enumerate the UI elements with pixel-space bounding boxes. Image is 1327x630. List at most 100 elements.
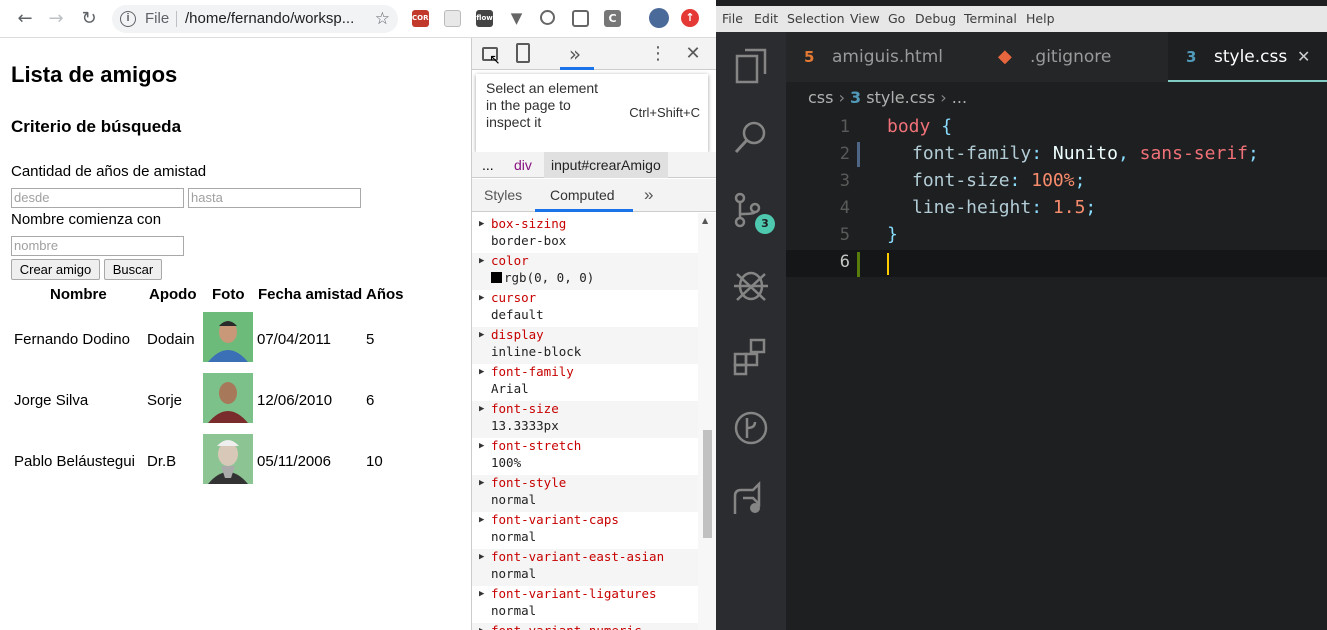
close-icon[interactable]: ✕ xyxy=(682,43,704,65)
bookmark-star-icon[interactable]: ☆ xyxy=(375,5,390,33)
web-page: Lista de amigos Criterio de búsqueda Can… xyxy=(0,38,471,630)
kebab-menu-icon[interactable]: ⋮ xyxy=(647,43,669,65)
gitlens-icon[interactable] xyxy=(731,408,771,448)
chrome-window: ← → ↻ i File /home/fernando/worksp... ☆ … xyxy=(0,0,716,630)
computed-property[interactable]: ▶ font-variant-caps normal xyxy=(472,512,698,549)
extensions-icon[interactable] xyxy=(731,336,771,376)
breadcrumb-ellipsis[interactable]: ... xyxy=(482,152,494,178)
url-scheme: File xyxy=(145,10,170,27)
search-button[interactable]: Buscar xyxy=(104,259,162,280)
menu-item-file[interactable]: File xyxy=(722,6,743,32)
source-control-icon[interactable]: 3 xyxy=(731,190,775,234)
tab-computed[interactable]: Computed xyxy=(550,179,615,211)
breadcrumb-file[interactable]: style.css xyxy=(866,88,935,107)
expand-arrow-icon[interactable]: ▶ xyxy=(479,367,484,377)
property-name: font-family xyxy=(491,364,574,379)
table-extension-icon[interactable] xyxy=(572,10,589,27)
menu-item-view[interactable]: View xyxy=(850,6,880,32)
computed-property[interactable]: ▶ box-sizing border-box xyxy=(472,216,698,253)
computed-property[interactable]: ▶ font-style normal xyxy=(472,475,698,512)
scrollbar-thumb[interactable] xyxy=(703,430,712,538)
code-editor[interactable]: 1 2 3 4 5 6 body { font-family: Nunito, … xyxy=(786,112,1327,630)
expand-arrow-icon[interactable]: ▶ xyxy=(479,552,484,562)
computed-property[interactable]: ▶ font-size 13.3333px xyxy=(472,401,698,438)
computed-property[interactable]: ▶ display inline-block xyxy=(472,327,698,364)
expand-arrow-icon[interactable]: ▶ xyxy=(479,330,484,340)
friend-photo xyxy=(203,434,253,484)
menu-item-debug[interactable]: Debug xyxy=(915,6,956,32)
back-icon[interactable]: ← xyxy=(14,8,36,30)
reload-icon[interactable]: ↻ xyxy=(78,8,100,30)
computed-property[interactable]: ▶ font-variant-numeric xyxy=(472,623,698,630)
tab-style-css[interactable]: 3 style.css ✕ xyxy=(1168,32,1327,82)
computed-property[interactable]: ▶ font-family Arial xyxy=(472,364,698,401)
cube-extension-icon[interactable] xyxy=(540,10,555,25)
avatar[interactable] xyxy=(649,8,669,28)
computed-property[interactable]: ▶ color rgb(0, 0, 0) xyxy=(472,253,698,290)
c-extension-icon[interactable]: C xyxy=(604,10,621,27)
vue-extension-icon[interactable]: ▼ xyxy=(508,10,525,27)
expand-arrow-icon[interactable]: ▶ xyxy=(479,441,484,451)
search-icon[interactable] xyxy=(731,118,771,158)
expand-arrow-icon[interactable]: ▶ xyxy=(479,256,484,266)
expand-arrow-icon[interactable]: ▶ xyxy=(479,219,484,229)
devtools-panel: » ⋮ ✕ ↖ Select an element in the page to… xyxy=(471,38,716,630)
more-panels-icon[interactable]: » xyxy=(564,43,586,65)
current-line-highlight xyxy=(786,250,1327,277)
chevron-right-icon: › xyxy=(940,88,952,107)
tab-styles[interactable]: Styles xyxy=(484,179,522,211)
breadcrumb-input[interactable]: input#crearAmigo xyxy=(544,152,668,178)
friend-years: 10 xyxy=(366,453,383,470)
create-friend-button[interactable]: Crear amigo xyxy=(11,259,100,280)
css3-icon: 3 xyxy=(850,88,862,107)
to-input[interactable]: hasta xyxy=(188,188,361,208)
more-tabs-icon[interactable]: » xyxy=(644,179,653,211)
flow-extension-icon[interactable]: flow xyxy=(476,10,493,27)
scrollbar[interactable]: ▲ xyxy=(698,213,716,630)
expand-arrow-icon[interactable]: ▶ xyxy=(479,626,484,630)
explorer-icon[interactable] xyxy=(731,46,771,86)
property-name: font-variant-numeric xyxy=(491,623,642,630)
scm-badge: 3 xyxy=(755,214,775,234)
computed-property[interactable]: ▶ cursor default xyxy=(472,290,698,327)
property-value: Arial xyxy=(491,381,529,396)
computed-property[interactable]: ▶ font-variant-ligatures normal xyxy=(472,586,698,623)
color-swatch[interactable] xyxy=(491,272,502,283)
from-input[interactable]: desde xyxy=(11,188,184,208)
menu-item-terminal[interactable]: Terminal xyxy=(964,6,1017,32)
expand-arrow-icon[interactable]: ▶ xyxy=(479,515,484,525)
breadcrumb-div[interactable]: div xyxy=(514,152,532,178)
live-share-icon[interactable] xyxy=(731,480,771,520)
breadcrumb-more[interactable]: ... xyxy=(952,88,967,107)
expand-arrow-icon[interactable]: ▶ xyxy=(479,589,484,599)
computed-property[interactable]: ▶ font-variant-east-asian normal xyxy=(472,549,698,586)
grid-extension-icon[interactable] xyxy=(444,10,461,27)
property-value: normal xyxy=(491,566,537,581)
expand-arrow-icon[interactable]: ▶ xyxy=(479,293,484,303)
device-toolbar-icon[interactable] xyxy=(516,43,530,63)
address-bar[interactable]: i File /home/fernando/worksp... ☆ xyxy=(112,5,398,33)
friend-name: Jorge Silva xyxy=(14,392,89,409)
menu-item-selection[interactable]: Selection xyxy=(787,6,845,32)
property-value: border-box xyxy=(491,233,567,248)
css-selector: body xyxy=(887,116,931,137)
forward-icon[interactable]: → xyxy=(45,8,67,30)
update-icon[interactable]: ↑ xyxy=(681,9,699,27)
name-input[interactable]: nombre xyxy=(11,236,184,256)
menu-item-edit[interactable]: Edit xyxy=(754,6,778,32)
css-value: sans-serif xyxy=(1139,143,1248,164)
info-icon[interactable]: i xyxy=(120,11,136,27)
menu-item-help[interactable]: Help xyxy=(1026,6,1055,32)
expand-arrow-icon[interactable]: ▶ xyxy=(479,404,484,414)
computed-property[interactable]: ▶ font-stretch 100% xyxy=(472,438,698,475)
column-header-photo: Foto xyxy=(212,286,245,303)
property-value: 13.3333px xyxy=(491,418,559,433)
friend-name: Pablo Beláustegui xyxy=(14,453,135,470)
cors-extension-icon[interactable]: CORS xyxy=(412,10,429,27)
close-tab-icon[interactable]: ✕ xyxy=(1297,32,1310,82)
debug-icon[interactable] xyxy=(731,264,771,304)
property-value: 100% xyxy=(491,455,522,470)
breadcrumb-folder[interactable]: css xyxy=(808,88,833,107)
menu-item-go[interactable]: Go xyxy=(888,6,905,32)
expand-arrow-icon[interactable]: ▶ xyxy=(479,478,484,488)
